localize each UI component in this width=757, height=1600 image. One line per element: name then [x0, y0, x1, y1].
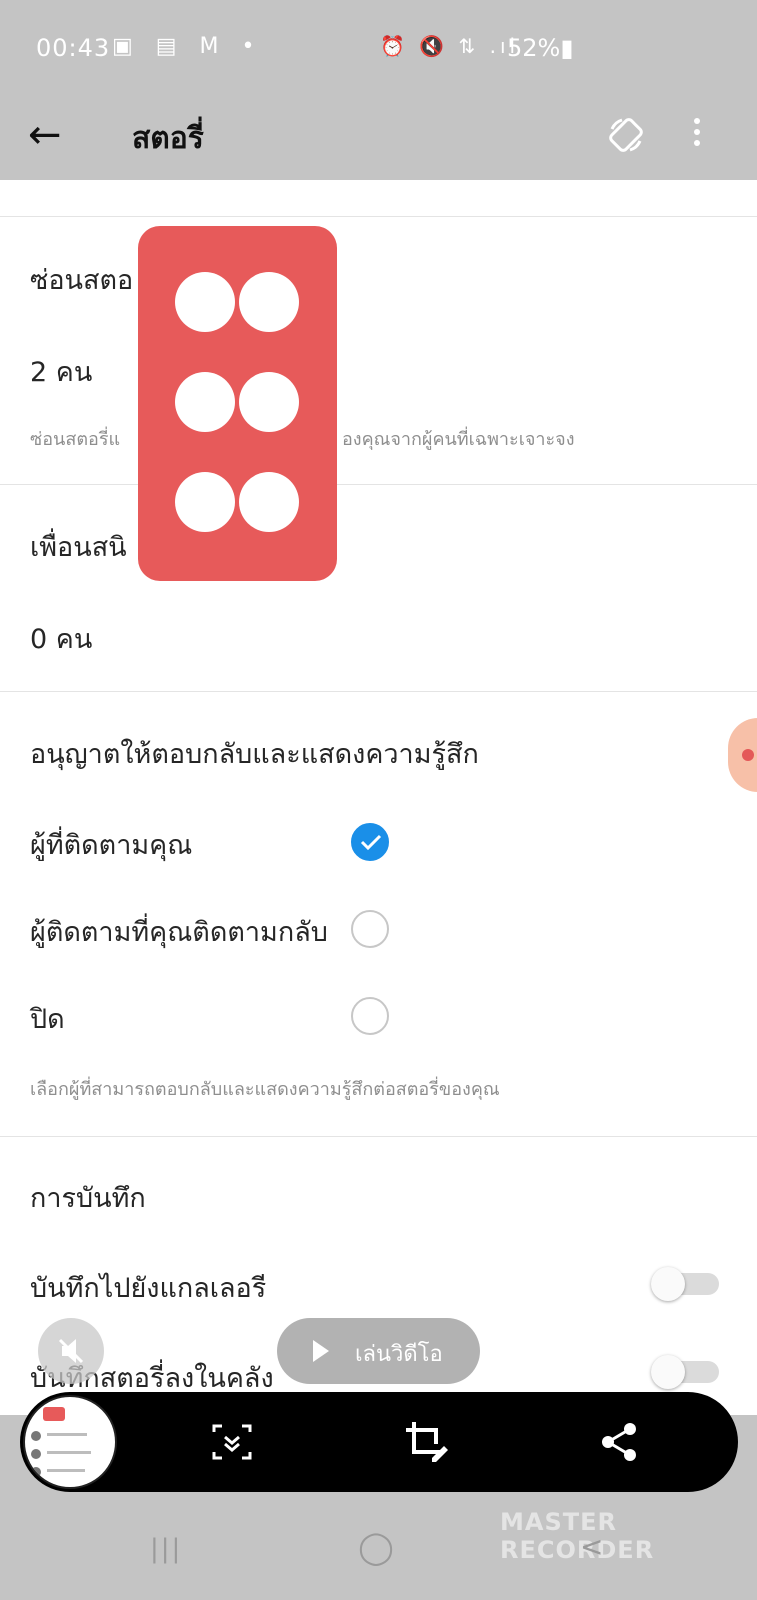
mute-button[interactable]	[38, 1318, 104, 1384]
watermark: MASTER RECORDER	[500, 1508, 655, 1564]
reply-option-follow-back-radio[interactable]	[351, 910, 389, 948]
crop-edit-icon[interactable]	[402, 1418, 450, 1466]
divider	[0, 691, 757, 692]
play-video-label: เล่นวิดีโอ	[355, 1342, 443, 1367]
more-options-icon[interactable]	[682, 113, 712, 159]
screenshot-toolbar	[20, 1392, 738, 1492]
app-bar: ← สตอรี่	[0, 95, 757, 180]
status-time: 00:43	[36, 34, 111, 62]
divider	[0, 1136, 757, 1137]
back-arrow-icon[interactable]: ←	[28, 113, 62, 157]
floating-recorder-bubble[interactable]	[728, 718, 757, 792]
redaction-block	[138, 226, 337, 581]
save-to-archive-toggle[interactable]	[651, 1355, 719, 1389]
back-nav-icon[interactable]: <	[580, 1530, 603, 1563]
divider	[0, 216, 757, 217]
recents-nav-icon[interactable]: |||	[150, 1534, 182, 1564]
close-friends-title[interactable]: เพื่อนสนิ	[30, 525, 127, 568]
home-nav-icon[interactable]: ◯	[358, 1528, 394, 1566]
hide-story-count[interactable]: 2 คน	[30, 350, 92, 393]
hide-story-description-left: ซ่อนสตอรี่แ	[30, 429, 121, 450]
save-to-gallery-toggle[interactable]	[651, 1267, 719, 1301]
divider	[0, 484, 757, 485]
reply-option-followers-radio[interactable]	[351, 823, 389, 861]
reply-option-followers-label[interactable]: ผู้ที่ติดตามคุณ	[30, 823, 192, 866]
replies-description: เลือกผู้ที่สามารถตอบกลับและแสดงความรู้สึ…	[30, 1079, 500, 1100]
reply-option-follow-back-label[interactable]: ผู้ติดตามที่คุณติดตามกลับ	[30, 910, 328, 953]
speaker-muted-icon	[58, 1338, 84, 1364]
save-to-gallery-label: บันทึกไปยังแกลเลอรี	[30, 1273, 267, 1304]
battery-indicator: 52%▮	[507, 34, 574, 62]
rotate-screen-icon[interactable]	[606, 115, 646, 155]
notification-icons: ▣ ▤ M •	[112, 34, 263, 59]
status-bar: 00:43 ▣ ▤ M • ⏰ 🔇 ⇅ .ıl 52%▮	[0, 0, 757, 95]
saving-title: การบันทึก	[30, 1183, 146, 1214]
hide-story-description-right: องคุณจากผู้คนที่เฉพาะเจาะจง	[342, 429, 575, 450]
checkmark-icon	[360, 834, 382, 851]
play-video-button[interactable]: เล่นวิดีโอ	[277, 1318, 480, 1384]
scroll-capture-icon[interactable]	[208, 1418, 256, 1466]
hide-story-title[interactable]: ซ่อนสตอ	[30, 258, 133, 301]
share-icon[interactable]	[596, 1418, 644, 1466]
reply-option-off-label[interactable]: ปิด	[30, 997, 65, 1040]
replies-title: อนุญาตให้ตอบกลับและแสดงความรู้สึก	[30, 739, 479, 770]
system-icons: ⏰ 🔇 ⇅ .ıl	[380, 34, 520, 58]
page-title: สตอรี่	[132, 121, 204, 156]
reply-option-off-radio[interactable]	[351, 997, 389, 1035]
close-friends-count[interactable]: 0 คน	[30, 617, 92, 660]
screenshot-thumbnail[interactable]	[23, 1395, 117, 1489]
play-icon	[313, 1340, 329, 1362]
